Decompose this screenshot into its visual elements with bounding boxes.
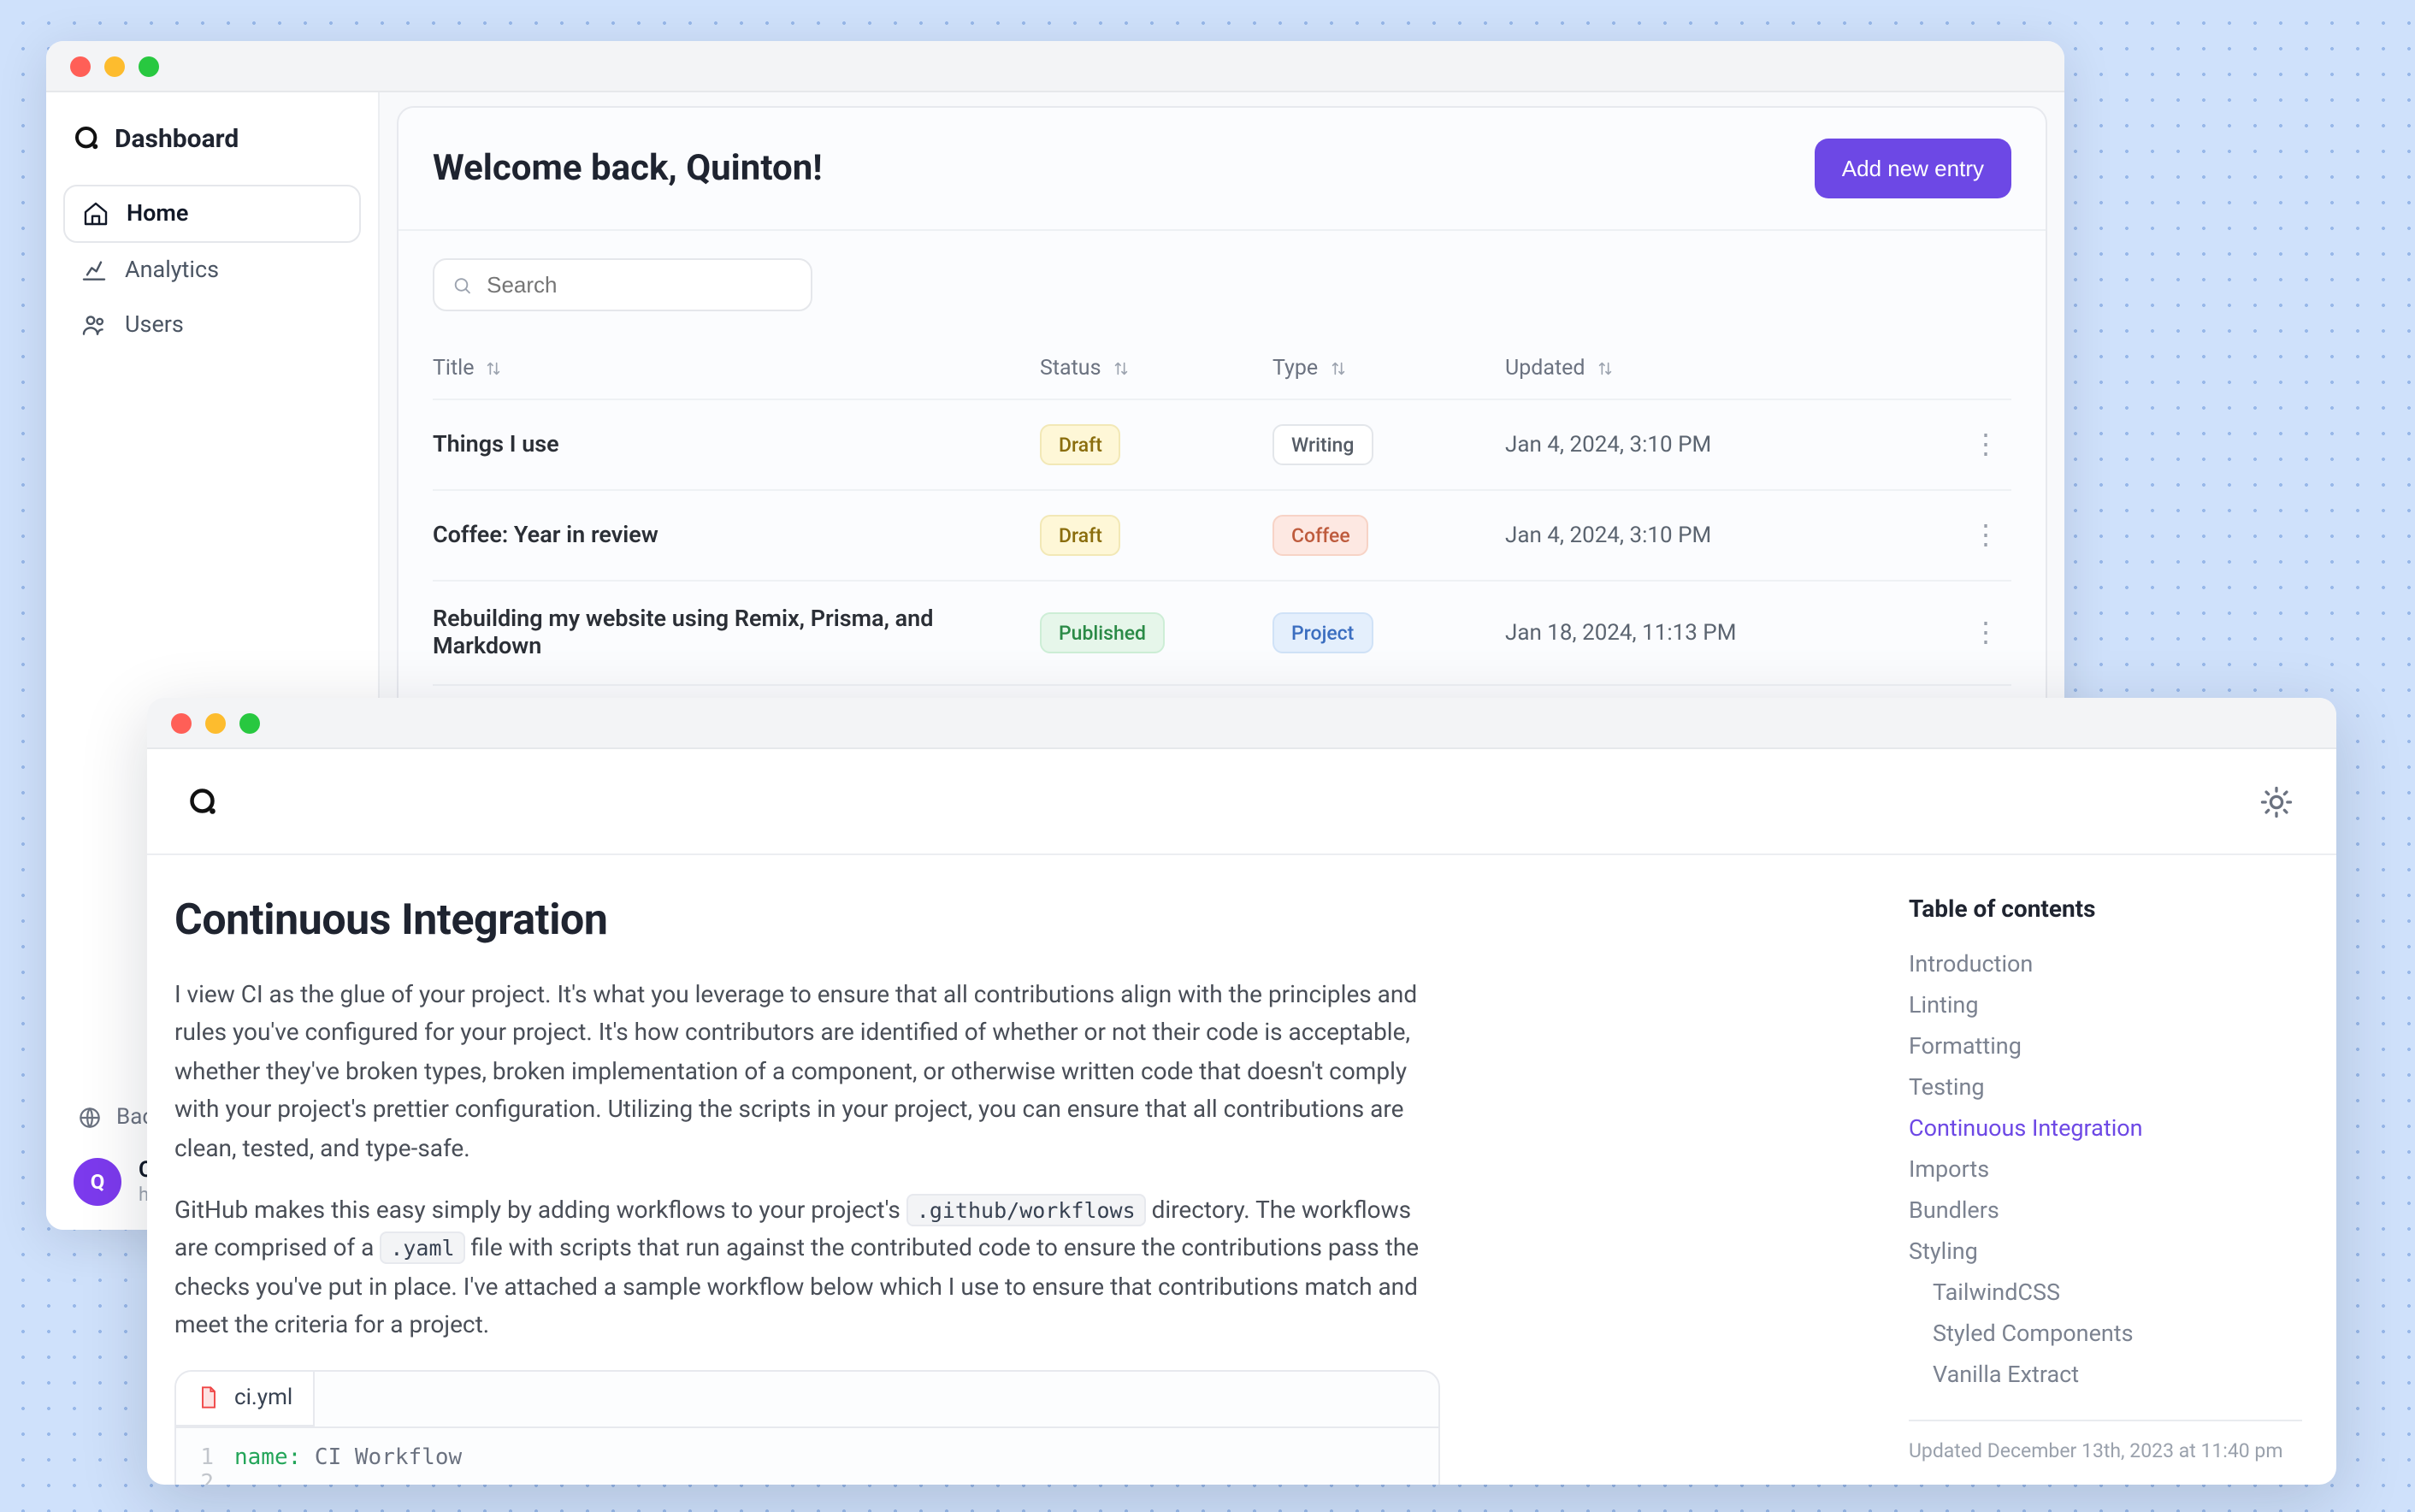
toc-title: Table of contents [1909,896,2302,924]
row-title: Things I use [433,431,1030,458]
sidebar-item-label: Home [127,200,188,227]
column-status[interactable]: Status [1040,356,1262,381]
close-icon[interactable] [171,712,192,733]
type-badge: Writing [1272,424,1373,465]
column-updated[interactable]: Updated [1505,356,1950,381]
status-badge: Published [1040,612,1165,653]
sort-icon [1328,359,1347,378]
globe-icon [77,1105,103,1131]
article-body: Continuous Integration I view CI as the … [147,855,1892,1485]
toc-item[interactable]: Styling [1909,1231,2302,1273]
minimize-icon[interactable] [205,712,226,733]
sidebar-item-home[interactable]: Home [63,185,361,243]
brand: Dashboard [63,113,361,185]
file-icon [197,1385,221,1409]
toc-item[interactable]: Formatting [1909,1026,2302,1067]
analytics-icon [80,257,108,284]
code-block: ci.yml 1name: CI Workflow 2 3on: 4 pull_… [174,1369,1440,1485]
window-controls [171,712,260,733]
row-title: Coffee: Year in review [433,522,1030,549]
toc-item[interactable]: Introduction [1909,944,2302,985]
close-icon[interactable] [70,56,91,76]
column-title[interactable]: Title [433,356,1030,381]
table-row[interactable]: Things I use Draft Writing Jan 4, 2024, 3:1… [433,399,2011,489]
type-badge: Project [1272,612,1373,653]
table-row[interactable]: Coffee: Year in review Draft Coffee Jan 4, … [433,489,2011,580]
toc-item[interactable]: TailwindCSS [1909,1273,2302,1314]
logo-icon [74,125,101,152]
search-icon [452,273,473,297]
sidebar-item-analytics[interactable]: Analytics [63,243,361,298]
row-updated: Jan 4, 2024, 3:10 PM [1505,523,1950,548]
row-updated: Jan 18, 2024, 11:13 PM [1505,620,1950,646]
search-field[interactable] [433,258,812,311]
zoom-icon[interactable] [139,56,159,76]
titlebar [46,41,2064,92]
sidebar-item-users[interactable]: Users [63,298,361,352]
avatar: Q [74,1158,121,1206]
status-badge: Draft [1040,515,1121,556]
brand-label: Dashboard [115,123,239,154]
table-of-contents: Table of contents IntroductionLintingFor… [1892,855,2336,1485]
column-type[interactable]: Type [1272,356,1495,381]
row-menu-button[interactable]: ⋮ [1960,522,2011,549]
sort-icon [485,359,504,378]
logo-icon[interactable] [188,786,219,817]
toc-item[interactable]: Testing [1909,1067,2302,1108]
toc-item[interactable]: Bundlers [1909,1190,2302,1231]
sun-icon [2258,783,2295,820]
status-badge: Draft [1040,424,1121,465]
sort-icon [1112,359,1131,378]
home-icon [82,200,109,227]
titlebar [147,698,2336,749]
add-entry-button[interactable]: Add new entry [1815,139,2011,198]
minimize-icon[interactable] [104,56,125,76]
code-file-tab[interactable]: ci.yml [176,1371,315,1426]
page-title: Welcome back, Quinton! [433,148,823,189]
sort-icon [1596,359,1615,378]
toc-item[interactable]: Linting [1909,985,2302,1026]
window-controls [70,56,159,76]
type-badge: Coffee [1272,515,1369,556]
row-menu-button[interactable]: ⋮ [1960,431,2011,458]
divider [1909,1420,2302,1421]
row-menu-button[interactable]: ⋮ [1960,619,2011,647]
toc-item[interactable]: Styled Components [1909,1314,2302,1355]
toc-item[interactable]: Imports [1909,1149,2302,1190]
inline-code: .yaml [380,1232,464,1265]
article-paragraph: I view CI as the glue of your project. I… [174,977,1440,1168]
article-paragraph: GitHub makes this easy simply by adding … [174,1192,1440,1345]
article-title: Continuous Integration [174,896,1440,946]
avatar-initial: Q [91,1170,105,1194]
users-icon [80,311,108,339]
table-row[interactable]: Rebuilding my website using Remix, Prism… [433,580,2011,684]
theme-toggle-button[interactable] [2258,783,2295,820]
sidebar-item-label: Users [125,311,184,339]
code-body: 1name: CI Workflow 2 3on: 4 pull_request… [176,1426,1438,1485]
toc-item[interactable]: Continuous Integration [1909,1108,2302,1149]
search-input[interactable] [487,272,794,298]
toc-item[interactable]: Vanilla Extract [1909,1355,2302,1396]
sidebar-item-label: Analytics [125,257,219,284]
article-window: Continuous Integration I view CI as the … [147,698,2336,1485]
row-updated: Jan 4, 2024, 3:10 PM [1505,432,1950,458]
row-title: Rebuilding my website using Remix, Prism… [433,605,1030,660]
inline-code: .github/workflows [906,1194,1146,1226]
code-file-name: ci.yml [234,1385,292,1410]
zoom-icon[interactable] [239,712,260,733]
last-updated: Updated December 13th, 2023 at 11:40 pm [1909,1438,2302,1462]
article-topbar [147,749,2336,855]
